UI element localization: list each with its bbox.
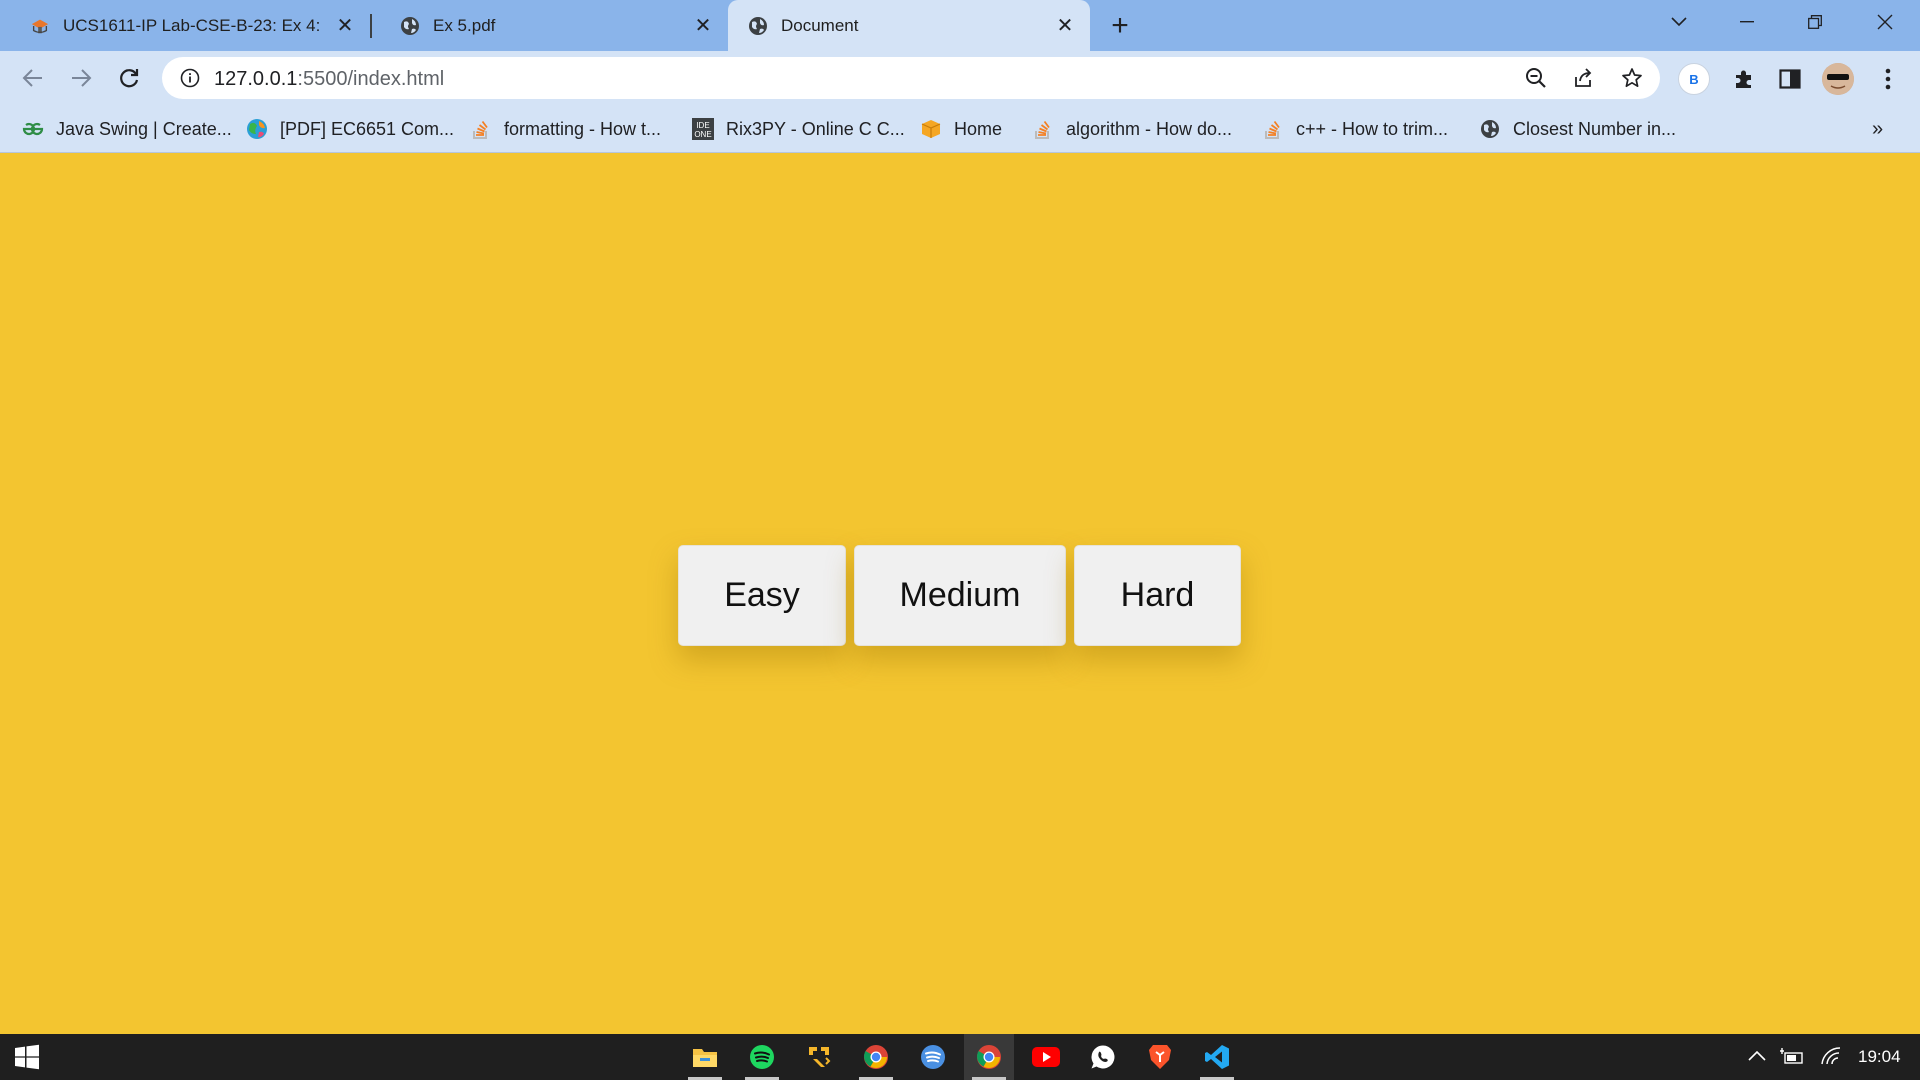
- bookmark-star-icon[interactable]: [1620, 66, 1644, 90]
- bookmark-item[interactable]: Java Swing | Create...: [22, 117, 232, 141]
- globe-icon: [1479, 118, 1501, 140]
- vscode-icon[interactable]: [1192, 1034, 1242, 1080]
- browser-toolbar: 127.0.0.1:5500/index.html B: [0, 51, 1920, 106]
- tab-document[interactable]: Document ✕: [728, 0, 1090, 51]
- profile-badge[interactable]: B: [1678, 63, 1710, 95]
- page-content: Easy Medium Hard: [0, 154, 1920, 1034]
- bookmark-item[interactable]: Home: [920, 117, 1002, 141]
- forward-arrow-icon[interactable]: [64, 61, 98, 95]
- bookmark-item[interactable]: c++ - How to trim...: [1262, 117, 1448, 141]
- bookmark-label: Rix3PY - Online C C...: [726, 118, 905, 139]
- reload-icon[interactable]: [112, 61, 146, 95]
- file-explorer-icon[interactable]: [680, 1034, 730, 1080]
- bookmark-label: [PDF] EC6651 Com...: [280, 118, 455, 139]
- close-window-icon[interactable]: [1852, 0, 1918, 44]
- tab-title: UCS1611-IP Lab-CSE-B-23: Ex 4:: [63, 15, 321, 35]
- wifi-icon[interactable]: [1820, 1046, 1842, 1071]
- stackoverflow-icon: [470, 118, 492, 140]
- chrome-icon[interactable]: [851, 1034, 901, 1080]
- hard-button[interactable]: Hard: [1074, 545, 1241, 646]
- bookmark-item[interactable]: Closest Number in...: [1479, 117, 1676, 141]
- site-info-icon[interactable]: [180, 68, 200, 93]
- easy-button[interactable]: Easy: [678, 545, 846, 646]
- close-tab-icon[interactable]: ✕: [332, 13, 358, 39]
- tab-search-icon[interactable]: [1646, 0, 1712, 44]
- windows-taskbar: 19:04: [0, 1034, 1920, 1080]
- bookmarks-bar: Java Swing | Create... [PDF] EC6651 Com.…: [0, 106, 1920, 153]
- minimize-icon[interactable]: [1714, 0, 1780, 44]
- tab-title: Ex 5.pdf: [433, 15, 496, 35]
- chrome-icon[interactable]: [964, 1034, 1014, 1080]
- new-tab-button[interactable]: +: [1104, 9, 1136, 42]
- bookmark-item[interactable]: formatting - How t...: [470, 117, 661, 141]
- globe-icon: [748, 16, 768, 36]
- bookmark-label: algorithm - How do...: [1066, 118, 1233, 139]
- url-text: 127.0.0.1:5500/index.html: [214, 68, 444, 91]
- bookmark-item[interactable]: IDE ONE Rix3PY - Online C C...: [692, 117, 905, 141]
- box-icon: [920, 118, 942, 140]
- bookmark-item[interactable]: algorithm - How do...: [1032, 117, 1232, 141]
- stackoverflow-icon: [1032, 118, 1054, 140]
- bookmark-label: formatting - How t...: [504, 118, 662, 139]
- medium-button[interactable]: Medium: [854, 545, 1066, 646]
- bookmark-label: c++ - How to trim...: [1296, 118, 1449, 139]
- avatar[interactable]: [1822, 63, 1854, 95]
- tab-title: Document: [781, 15, 859, 35]
- bookmarks-overflow-button[interactable]: »: [1872, 118, 1883, 141]
- difficulty-buttons: Easy Medium Hard: [678, 545, 1241, 646]
- close-tab-icon[interactable]: ✕: [1052, 13, 1078, 39]
- share-icon[interactable]: [1572, 66, 1596, 90]
- battery-icon[interactable]: [1780, 1046, 1804, 1071]
- zoom-icon[interactable]: [1524, 66, 1548, 90]
- whatsapp-icon[interactable]: [1078, 1034, 1128, 1080]
- address-bar[interactable]: 127.0.0.1:5500/index.html: [162, 57, 1660, 99]
- tab-strip: UCS1611-IP Lab-CSE-B-23: Ex 4: ✕ Ex 5.pd…: [0, 0, 1920, 51]
- youtube-icon[interactable]: [1021, 1034, 1071, 1080]
- close-tab-icon[interactable]: ✕: [690, 13, 716, 39]
- git-tool-icon[interactable]: [794, 1034, 844, 1080]
- spotify-alt-icon[interactable]: [908, 1034, 958, 1080]
- bookmark-label: Home: [954, 118, 1003, 139]
- more-menu-icon[interactable]: [1874, 65, 1902, 93]
- restore-icon[interactable]: [1782, 0, 1848, 44]
- tab-ucs1611[interactable]: UCS1611-IP Lab-CSE-B-23: Ex 4: ✕: [0, 0, 370, 51]
- url-host: 127.0.0.1: [214, 68, 298, 90]
- tray-chevron-icon[interactable]: [1748, 1046, 1766, 1066]
- back-arrow-icon[interactable]: [16, 61, 50, 95]
- brave-icon[interactable]: [1135, 1034, 1185, 1080]
- svg-text:ONE: ONE: [694, 130, 711, 139]
- bookmark-item[interactable]: [PDF] EC6651 Com...: [246, 117, 454, 141]
- svg-text:IDE: IDE: [696, 121, 709, 130]
- globe-icon: [400, 16, 420, 36]
- stackoverflow-icon: [1262, 118, 1284, 140]
- ideone-icon: IDE ONE: [692, 118, 714, 140]
- spotify-icon[interactable]: [737, 1034, 787, 1080]
- bookmark-label: Java Swing | Create...: [56, 118, 232, 139]
- clock-time[interactable]: 19:04: [1858, 1047, 1901, 1067]
- tab-ex5-pdf[interactable]: Ex 5.pdf ✕: [370, 0, 728, 51]
- geeksforgeeks-icon: [22, 118, 44, 140]
- side-panel-icon[interactable]: [1776, 65, 1804, 93]
- colorful-globe-icon: [246, 118, 268, 140]
- url-path: :5500/index.html: [297, 68, 445, 90]
- bookmark-label: Closest Number in...: [1513, 118, 1677, 139]
- windows-start-icon[interactable]: [2, 1034, 52, 1080]
- extensions-puzzle-icon[interactable]: [1730, 65, 1758, 93]
- moodle-cap-icon: [30, 16, 50, 36]
